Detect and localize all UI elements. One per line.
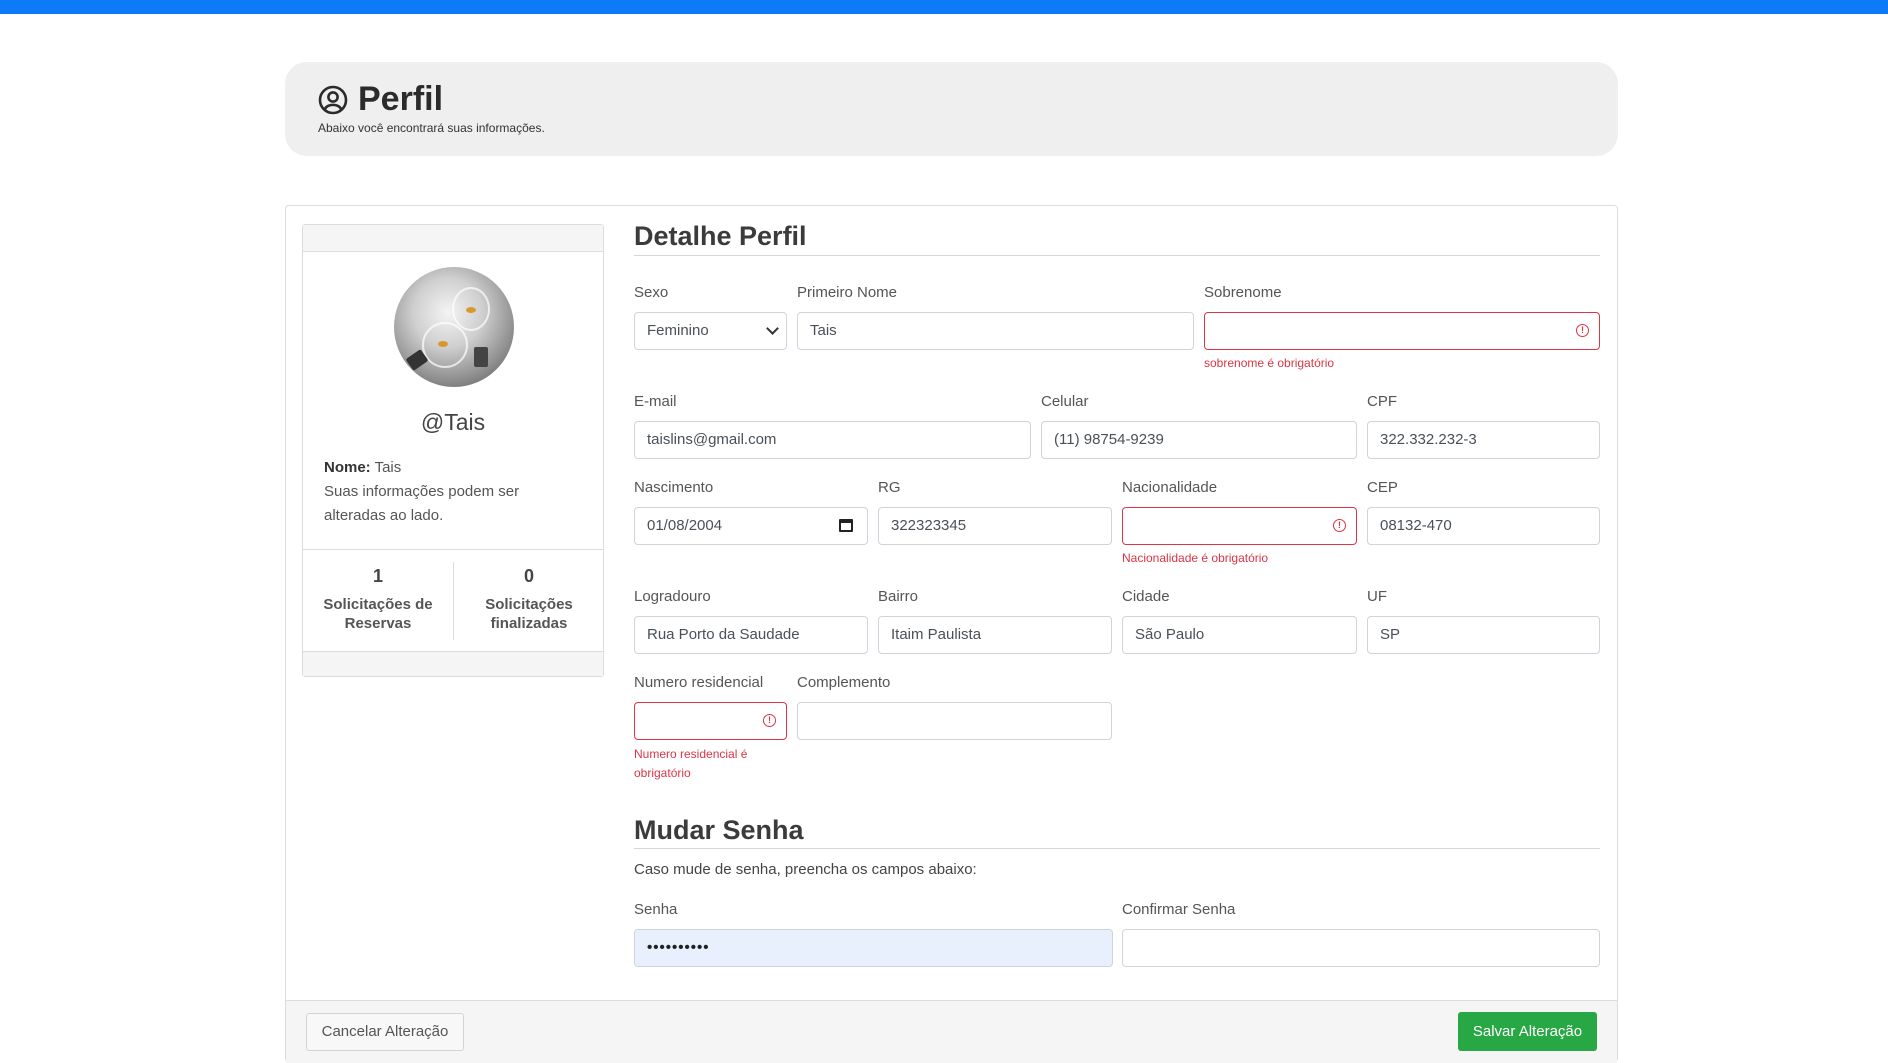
profile-stats: 1 Solicitações de Reservas 0 Solicitaçõe… [303, 549, 603, 652]
profile-card-header [303, 225, 603, 252]
calendar-icon[interactable] [839, 519, 853, 532]
profile-info: Nome: Tais Suas informações podem ser al… [324, 456, 584, 528]
page-subtitle: Abaixo você encontrará suas informações. [318, 121, 545, 135]
celular-input[interactable]: (11) 98754-9239 [1041, 421, 1357, 459]
user-circle-icon [318, 85, 348, 114]
password-hint: Caso mude de senha, preencha os campos a… [634, 861, 977, 878]
error-icon: ! [1333, 519, 1346, 532]
numero-error: Numero residencial é obrigatório [634, 747, 748, 780]
primeiro-nome-input[interactable]: Tais [797, 312, 1194, 350]
complemento-label: Complemento [797, 674, 891, 691]
password-section-title: Mudar Senha [634, 815, 804, 845]
numero-input[interactable]: ! [634, 702, 787, 740]
rg-label: RG [878, 479, 901, 496]
bairro-label: Bairro [878, 588, 919, 605]
fish-shape [438, 341, 448, 347]
cep-input[interactable]: 08132-470 [1367, 507, 1600, 545]
stat-number: 1 [372, 566, 383, 586]
senha-input[interactable]: •••••••••• [634, 929, 1113, 967]
page-title-row: Perfil [318, 80, 443, 119]
logradouro-input[interactable]: Rua Porto da Saudade [634, 616, 868, 654]
chevron-down-icon [766, 322, 779, 335]
error-icon: ! [763, 714, 776, 727]
nascimento-label: Nascimento [634, 479, 714, 496]
nacionalidade-error: Nacionalidade é obrigatório [1122, 551, 1269, 565]
profile-summary-card: @Tais Nome: Tais Suas informações podem … [302, 224, 604, 677]
cep-label: CEP [1367, 479, 1398, 496]
uf-label: UF [1367, 588, 1387, 605]
page-header: Perfil Abaixo você encontrará suas infor… [285, 62, 1618, 156]
sobrenome-label: Sobrenome [1204, 284, 1282, 301]
save-button[interactable]: Salvar Alteração [1458, 1012, 1597, 1051]
avatar [394, 267, 514, 387]
stat-reservations: 1 Solicitações de Reservas [303, 550, 453, 633]
name-value: Tais [374, 459, 402, 476]
nascimento-value: 01/08/2004 [647, 517, 723, 534]
profile-note: Suas informações podem ser alteradas ao … [324, 483, 520, 524]
bulb-base-shape [474, 347, 488, 367]
fish-shape [466, 307, 476, 313]
sobrenome-input[interactable]: ! [1204, 312, 1600, 350]
form-footer [286, 1000, 1617, 1063]
section-divider [634, 255, 1600, 256]
stat-label: Solicitações de Reservas [323, 596, 433, 632]
profile-card-footer [303, 651, 603, 676]
name-label: Nome: [324, 459, 371, 476]
nacionalidade-label: Nacionalidade [1122, 479, 1218, 496]
confirmar-senha-label: Confirmar Senha [1122, 901, 1236, 918]
sexo-select[interactable]: Feminino [634, 312, 787, 350]
senha-label: Senha [634, 901, 678, 918]
stat-finished: 0 Solicitações finalizadas [454, 550, 604, 633]
sobrenome-error: sobrenome é obrigatório [1204, 356, 1335, 370]
error-icon: ! [1576, 324, 1589, 337]
logradouro-label: Logradouro [634, 588, 711, 605]
confirmar-senha-input[interactable] [1122, 929, 1600, 967]
email-input[interactable]: taislins@gmail.com [634, 421, 1031, 459]
nascimento-date-input[interactable]: 01/08/2004 [634, 507, 868, 545]
rg-input[interactable]: 322323345 [878, 507, 1112, 545]
stat-number: 0 [523, 566, 534, 586]
username: @Tais [420, 409, 486, 435]
top-nav-bar [0, 0, 1888, 14]
bairro-input[interactable]: Itaim Paulista [878, 616, 1112, 654]
email-label: E-mail [634, 393, 677, 410]
celular-label: Celular [1041, 393, 1089, 410]
nacionalidade-input[interactable]: ! [1122, 507, 1357, 545]
sexo-value: Feminino [647, 322, 709, 339]
sexo-label: Sexo [634, 284, 669, 301]
section-divider [634, 848, 1600, 849]
cidade-label: Cidade [1122, 588, 1170, 605]
complemento-input[interactable] [797, 702, 1112, 740]
cpf-label: CPF [1367, 393, 1397, 410]
uf-input[interactable]: SP [1367, 616, 1600, 654]
cpf-input[interactable]: 322.332.232-3 [1367, 421, 1600, 459]
details-section-title: Detalhe Perfil [634, 221, 807, 251]
numero-label: Numero residencial [634, 674, 764, 691]
cancel-button[interactable]: Cancelar Alteração [306, 1013, 464, 1051]
cidade-input[interactable]: São Paulo [1122, 616, 1357, 654]
primeiro-nome-label: Primeiro Nome [797, 284, 898, 301]
stat-label: Solicitações finalizadas [485, 596, 573, 632]
page-title: Perfil [358, 80, 444, 118]
